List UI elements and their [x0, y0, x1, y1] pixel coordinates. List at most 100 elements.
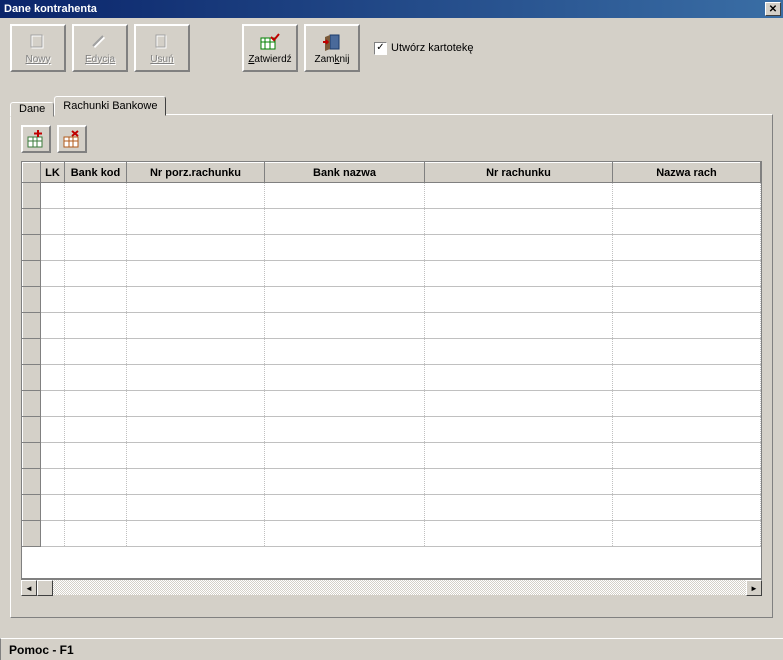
cell[interactable]: [613, 313, 761, 339]
table-row[interactable]: [23, 495, 761, 521]
cell[interactable]: [65, 235, 127, 261]
cell[interactable]: [41, 521, 65, 547]
checkbox-icon[interactable]: ✓: [374, 42, 387, 55]
cell[interactable]: [65, 365, 127, 391]
cell[interactable]: [127, 495, 265, 521]
row-header[interactable]: [23, 469, 41, 495]
cell[interactable]: [41, 183, 65, 209]
cell[interactable]: [613, 391, 761, 417]
table-row[interactable]: [23, 261, 761, 287]
scroll-right-icon[interactable]: ►: [746, 580, 762, 596]
cell[interactable]: [265, 183, 425, 209]
cell[interactable]: [425, 495, 613, 521]
cell[interactable]: [613, 365, 761, 391]
table-row[interactable]: [23, 443, 761, 469]
cell[interactable]: [425, 339, 613, 365]
cell[interactable]: [41, 235, 65, 261]
cell[interactable]: [265, 417, 425, 443]
delete-row-button[interactable]: [57, 125, 87, 153]
cell[interactable]: [127, 313, 265, 339]
col-nr-rachunku[interactable]: Nr rachunku: [425, 163, 613, 183]
cell[interactable]: [127, 391, 265, 417]
cell[interactable]: [65, 391, 127, 417]
cell[interactable]: [613, 521, 761, 547]
table-row[interactable]: [23, 417, 761, 443]
close-icon[interactable]: ✕: [765, 2, 781, 16]
table-row[interactable]: [23, 469, 761, 495]
row-header[interactable]: [23, 287, 41, 313]
cell[interactable]: [265, 287, 425, 313]
table-row[interactable]: [23, 183, 761, 209]
row-header[interactable]: [23, 235, 41, 261]
cell[interactable]: [65, 339, 127, 365]
utworz-checkbox-row[interactable]: ✓ Utwórz kartotekę: [374, 42, 474, 55]
cell[interactable]: [41, 417, 65, 443]
usun-button[interactable]: Usuń: [134, 24, 190, 72]
cell[interactable]: [613, 287, 761, 313]
col-lk[interactable]: LK: [41, 163, 65, 183]
col-bank-kod[interactable]: Bank kod: [65, 163, 127, 183]
cell[interactable]: [65, 443, 127, 469]
cell[interactable]: [265, 313, 425, 339]
row-header[interactable]: [23, 183, 41, 209]
cell[interactable]: [65, 495, 127, 521]
cell[interactable]: [127, 469, 265, 495]
cell[interactable]: [127, 417, 265, 443]
cell[interactable]: [127, 235, 265, 261]
row-header[interactable]: [23, 417, 41, 443]
cell[interactable]: [41, 365, 65, 391]
scroll-left-icon[interactable]: ◄: [21, 580, 37, 596]
cell[interactable]: [41, 209, 65, 235]
row-header[interactable]: [23, 209, 41, 235]
cell[interactable]: [127, 521, 265, 547]
cell[interactable]: [265, 469, 425, 495]
cell[interactable]: [265, 443, 425, 469]
cell[interactable]: [41, 495, 65, 521]
cell[interactable]: [425, 209, 613, 235]
row-header[interactable]: [23, 391, 41, 417]
cell[interactable]: [65, 417, 127, 443]
table-row[interactable]: [23, 313, 761, 339]
table-row[interactable]: [23, 209, 761, 235]
cell[interactable]: [41, 443, 65, 469]
scroll-thumb[interactable]: [37, 580, 53, 596]
row-header[interactable]: [23, 261, 41, 287]
cell[interactable]: [41, 287, 65, 313]
cell[interactable]: [425, 313, 613, 339]
cell[interactable]: [613, 443, 761, 469]
cell[interactable]: [425, 183, 613, 209]
cell[interactable]: [41, 391, 65, 417]
horizontal-scrollbar[interactable]: ◄ ►: [21, 579, 762, 595]
cell[interactable]: [613, 183, 761, 209]
cell[interactable]: [425, 391, 613, 417]
row-header[interactable]: [23, 443, 41, 469]
nowy-button[interactable]: Nowy: [10, 24, 66, 72]
table-row[interactable]: [23, 391, 761, 417]
cell[interactable]: [613, 209, 761, 235]
cell[interactable]: [65, 183, 127, 209]
cell[interactable]: [425, 469, 613, 495]
cell[interactable]: [613, 235, 761, 261]
add-row-button[interactable]: [21, 125, 51, 153]
cell[interactable]: [425, 417, 613, 443]
cell[interactable]: [127, 339, 265, 365]
row-header[interactable]: [23, 313, 41, 339]
cell[interactable]: [613, 339, 761, 365]
tab-rachunki[interactable]: Rachunki Bankowe: [54, 96, 166, 116]
cell[interactable]: [425, 521, 613, 547]
cell[interactable]: [41, 261, 65, 287]
cell[interactable]: [65, 261, 127, 287]
table-row[interactable]: [23, 287, 761, 313]
scroll-track[interactable]: [53, 580, 746, 595]
grid[interactable]: LK Bank kod Nr porz.rachunku Bank nazwa …: [21, 161, 762, 579]
tab-dane[interactable]: Dane: [10, 102, 54, 117]
cell[interactable]: [425, 287, 613, 313]
row-header[interactable]: [23, 365, 41, 391]
cell[interactable]: [265, 209, 425, 235]
cell[interactable]: [127, 261, 265, 287]
cell[interactable]: [613, 261, 761, 287]
cell[interactable]: [613, 495, 761, 521]
zamknij-button[interactable]: Zamknij: [304, 24, 360, 72]
cell[interactable]: [65, 209, 127, 235]
cell[interactable]: [65, 469, 127, 495]
